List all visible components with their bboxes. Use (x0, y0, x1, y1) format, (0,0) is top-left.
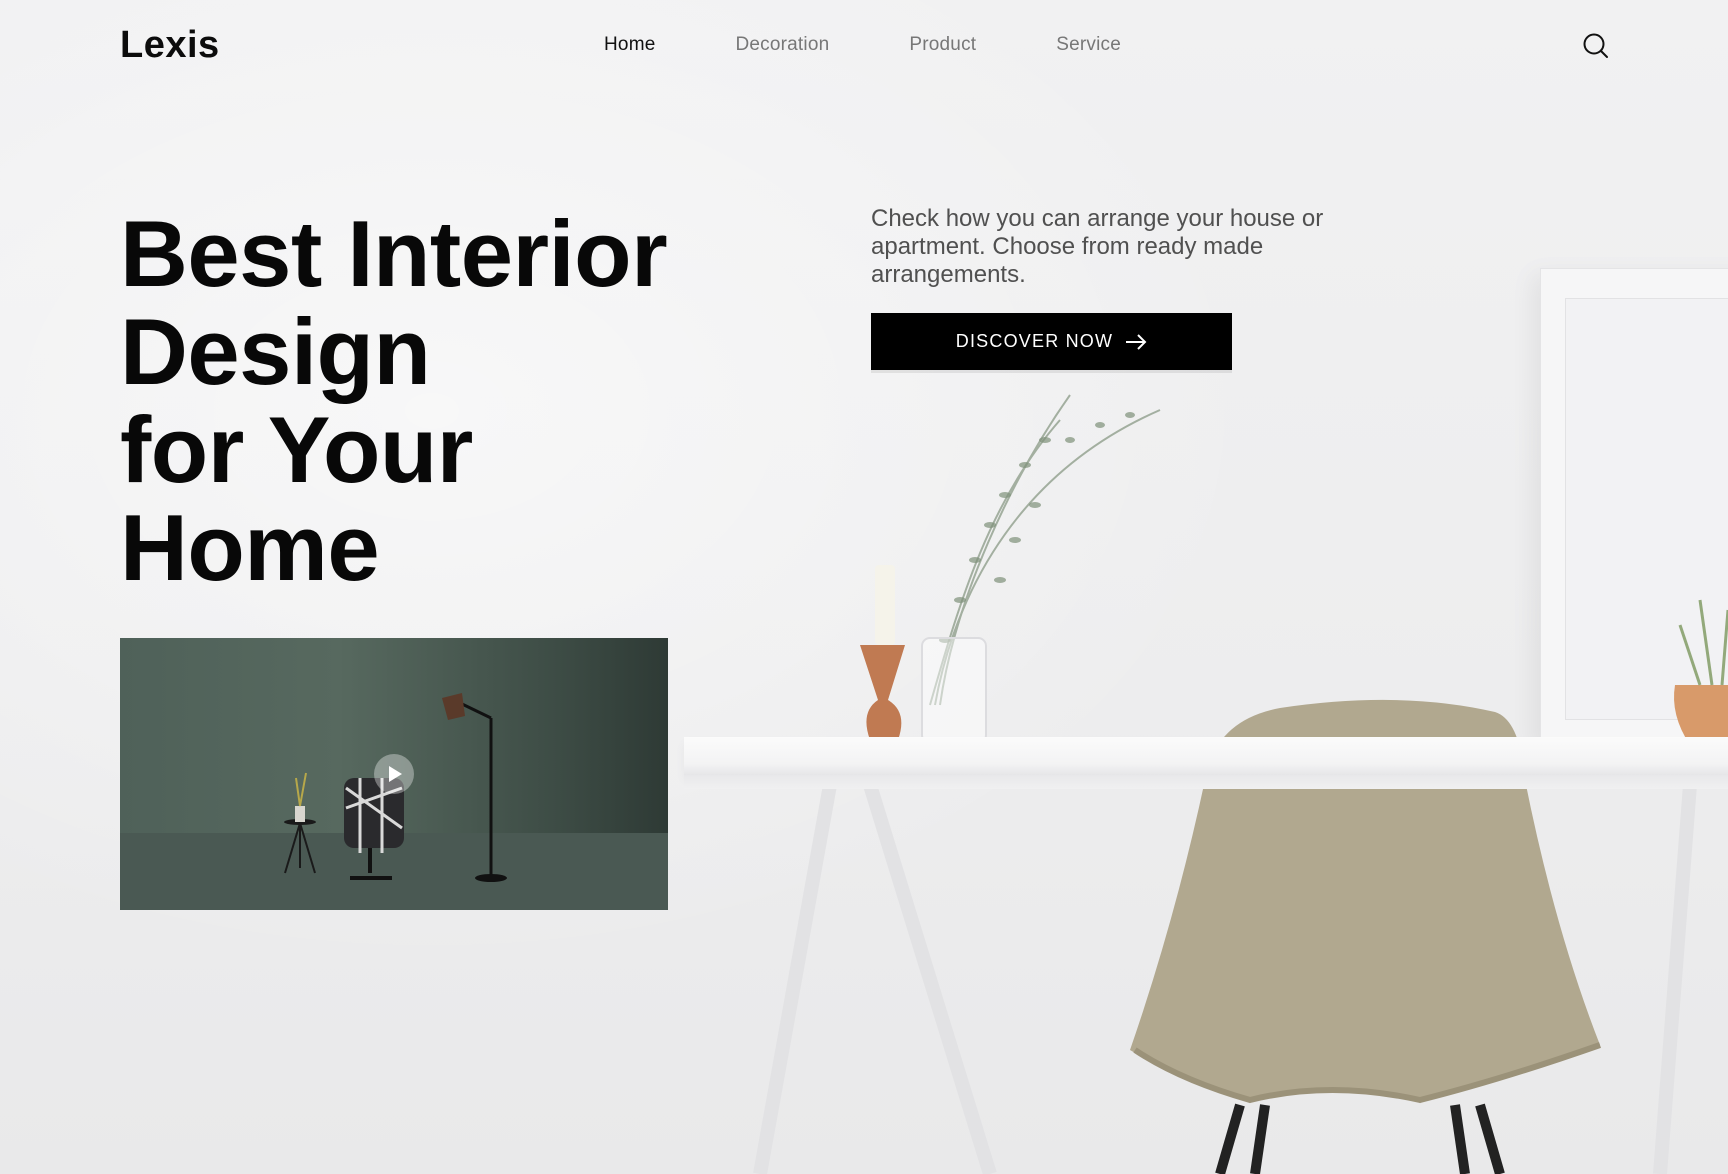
main-nav: Home Decoration Product Service (604, 34, 1201, 56)
glass-vase (921, 637, 987, 744)
hero-description: Check how you can arrange your house or … (871, 205, 1324, 288)
nav-item-service[interactable]: Service (1056, 34, 1121, 56)
candle-holder (860, 645, 905, 744)
plant-stems (929, 394, 1161, 706)
discover-now-button[interactable]: DISCOVER NOW (871, 313, 1232, 370)
play-icon (389, 766, 402, 782)
wall-frame-inner (1565, 298, 1728, 720)
landing-page: Lexis Home Decoration Product Service Be… (0, 0, 1728, 1174)
search-button[interactable] (1582, 32, 1610, 60)
chair-shell (1130, 699, 1600, 1100)
hero-title-line: Design (120, 299, 431, 404)
candle (875, 565, 895, 645)
logo[interactable]: Lexis (120, 24, 220, 67)
hero-title: Best Interior Design for Your Home (120, 201, 668, 600)
hero-title-line: Best Interior (120, 201, 668, 306)
wall-frame (1540, 268, 1728, 745)
arrow-right-icon (1126, 333, 1147, 350)
hero-title-line: for Your (120, 397, 473, 502)
desk-edge (684, 775, 1728, 789)
play-button[interactable] (374, 754, 414, 794)
search-icon (1583, 33, 1608, 58)
nav-item-decoration[interactable]: Decoration (735, 34, 829, 56)
pot-plant (1678, 599, 1728, 686)
desk-legs (753, 782, 1697, 1174)
plant-leaves (939, 412, 1135, 643)
discover-now-label: DISCOVER NOW (955, 331, 1114, 351)
chair-legs (1215, 1103, 1505, 1174)
nav-item-home[interactable]: Home (604, 34, 655, 56)
copper-pot (1674, 685, 1728, 745)
desk-top (684, 737, 1728, 775)
nav-item-product[interactable]: Product (909, 34, 976, 56)
hero-title-line: Home (120, 495, 380, 600)
